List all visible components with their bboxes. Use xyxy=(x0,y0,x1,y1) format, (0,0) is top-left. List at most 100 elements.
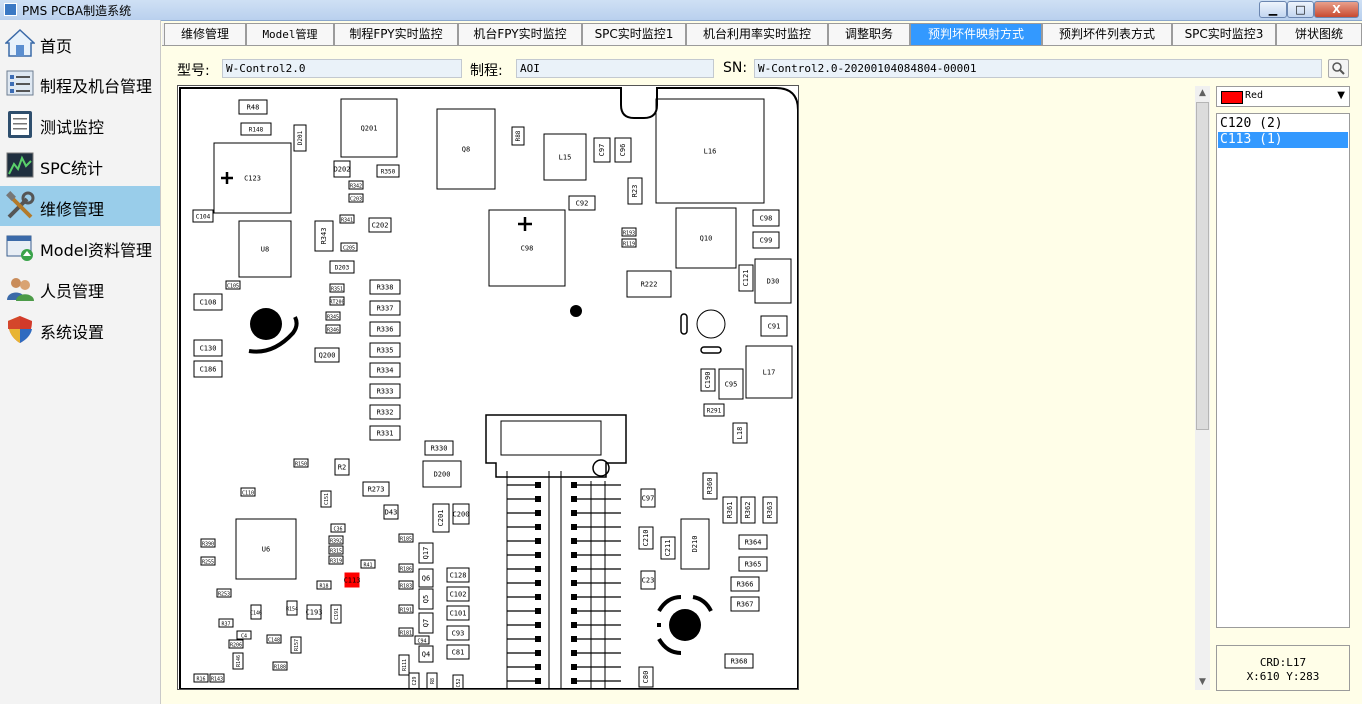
svg-text:C113: C113 xyxy=(344,577,361,585)
svg-text:C98: C98 xyxy=(760,215,773,223)
svg-text:C23: C23 xyxy=(642,577,655,585)
process-field[interactable]: AOI xyxy=(516,59,714,78)
scroll-down-icon[interactable]: ▼ xyxy=(1195,675,1210,690)
sidebar-item-label: SPC统计 xyxy=(40,159,103,178)
svg-text:R186: R186 xyxy=(400,567,412,573)
svg-text:R319: R319 xyxy=(330,559,342,565)
svg-text:R206: R206 xyxy=(230,643,242,649)
tab-machine-utilization[interactable]: 机台利用率实时监控 xyxy=(686,23,828,45)
svg-text:R16: R16 xyxy=(196,677,205,683)
svg-text:C104: C104 xyxy=(196,214,211,221)
svg-text:R119: R119 xyxy=(623,242,635,248)
color-swatch xyxy=(1221,91,1243,104)
svg-text:C52: C52 xyxy=(456,678,462,687)
svg-text:C128: C128 xyxy=(450,572,467,580)
svg-text:R48: R48 xyxy=(247,104,260,112)
svg-text:R336: R336 xyxy=(377,326,394,334)
svg-text:R37: R37 xyxy=(221,622,230,628)
sidebar-item-repair[interactable]: 维修管理 xyxy=(0,186,160,226)
model-label: 型号: xyxy=(177,63,210,79)
defect-list-item[interactable]: C120 (2) xyxy=(1218,116,1348,132)
home-icon xyxy=(5,28,35,57)
svg-text:R363: R363 xyxy=(766,502,774,519)
tab-repair[interactable]: 维修管理 xyxy=(164,23,246,45)
svg-text:R185: R185 xyxy=(400,537,412,543)
svg-text:C193: C193 xyxy=(306,609,323,617)
model-field[interactable]: W-Control2.0 xyxy=(222,59,462,78)
scroll-thumb[interactable] xyxy=(1196,102,1209,430)
svg-text:Q8: Q8 xyxy=(462,146,470,154)
svg-text:R335: R335 xyxy=(377,347,394,355)
svg-text:R390: R390 xyxy=(202,542,214,548)
pcb-board-view[interactable]: R48 R148 Q201 D201 R350 C123 D202 R342 C203 Q8 R88… xyxy=(177,85,799,690)
tab-adjust-position[interactable]: 调整职务 xyxy=(828,23,910,45)
svg-text:R331: R331 xyxy=(377,430,394,438)
chevron-down-icon[interactable]: ▼ xyxy=(1337,90,1345,101)
svg-text:D210: D210 xyxy=(691,536,699,553)
svg-text:R148: R148 xyxy=(249,127,264,134)
sidebar-item-label: 人员管理 xyxy=(40,282,105,301)
position-info: CRD:L17 X:610 Y:283 xyxy=(1216,645,1350,691)
svg-text:C123: C123 xyxy=(244,175,261,183)
defect-list-item-selected[interactable]: C113 (1) xyxy=(1218,132,1348,148)
svg-text:R365: R365 xyxy=(745,561,762,569)
tab-pie-chart[interactable]: 饼状图统 xyxy=(1276,23,1362,45)
component-c113[interactable]: C113 xyxy=(344,572,361,588)
svg-text:R222: R222 xyxy=(641,281,658,289)
svg-text:R346: R346 xyxy=(327,328,339,334)
close-button[interactable]: X xyxy=(1314,1,1359,18)
svg-text:R183: R183 xyxy=(400,584,412,590)
tab-process-fpy[interactable]: 制程FPY实时监控 xyxy=(334,23,458,45)
tab-defect-map[interactable]: 预判坏件映射方式 xyxy=(910,23,1042,45)
svg-text:L17: L17 xyxy=(763,369,776,377)
svg-text:C108: C108 xyxy=(200,299,217,307)
svg-text:R315: R315 xyxy=(330,549,342,555)
scroll-up-icon[interactable]: ▲ xyxy=(1195,86,1210,101)
tab-bar: 维修管理 Model管理 制程FPY实时监控 机台FPY实时监控 SPC实时监控… xyxy=(162,23,1362,46)
svg-text:R191: R191 xyxy=(400,608,412,614)
sidebar-item-label: 首页 xyxy=(40,37,73,56)
checklist-icon xyxy=(8,111,32,138)
defect-list[interactable]: C120 (2) C113 (1) xyxy=(1216,113,1350,628)
window-title: PMS PCBA制造系统 xyxy=(22,4,132,18)
svg-text:C80: C80 xyxy=(642,671,650,684)
tab-model[interactable]: Model管理 xyxy=(246,23,334,45)
users-icon xyxy=(7,278,34,301)
svg-text:C81: C81 xyxy=(452,649,465,657)
tab-defect-list[interactable]: 预判坏件列表方式 xyxy=(1042,23,1172,45)
svg-text:C146: C146 xyxy=(250,611,262,617)
sidebar-item-process-machine[interactable]: 制程及机台管理 xyxy=(0,63,160,103)
sidebar-item-home[interactable]: 首页 xyxy=(0,23,160,63)
svg-text:C92: C92 xyxy=(576,200,589,208)
svg-text:R341: R341 xyxy=(341,218,353,224)
svg-text:R255: R255 xyxy=(202,560,214,566)
sn-field[interactable]: W-Control2.0-20200104084804-00001 xyxy=(754,59,1322,78)
tab-machine-fpy[interactable]: 机台FPY实时监控 xyxy=(458,23,582,45)
svg-text:C36: C36 xyxy=(333,527,342,533)
svg-text:C4: C4 xyxy=(241,634,247,640)
sidebar-item-spc[interactable]: SPC统计 xyxy=(0,145,160,185)
sidebar-item-test-monitor[interactable]: 测试监控 xyxy=(0,104,160,144)
sidebar-item-users[interactable]: 人员管理 xyxy=(0,268,160,308)
svg-text:C210: C210 xyxy=(642,530,650,547)
sidebar-item-label: 系统设置 xyxy=(40,323,105,342)
search-button[interactable] xyxy=(1328,59,1349,78)
svg-text:C94: C94 xyxy=(417,639,426,645)
maximize-button[interactable]: □ xyxy=(1287,1,1314,18)
svg-text:Q10: Q10 xyxy=(700,235,713,243)
svg-text:L15: L15 xyxy=(559,154,572,162)
svg-text:C93: C93 xyxy=(452,630,465,638)
svg-text:L18: L18 xyxy=(736,427,744,440)
svg-text:R337: R337 xyxy=(377,305,394,313)
board-scrollbar[interactable]: ▲ ▼ xyxy=(1195,86,1210,690)
svg-text:R334: R334 xyxy=(377,367,394,375)
svg-text:D203: D203 xyxy=(335,265,350,272)
sidebar-item-model[interactable]: Model资料管理 xyxy=(0,227,160,267)
minimize-button[interactable]: ▁ xyxy=(1259,1,1287,18)
color-select[interactable]: Red ▼ xyxy=(1216,86,1350,107)
sidebar-item-settings[interactable]: 系统设置 xyxy=(0,309,160,349)
svg-text:R253: R253 xyxy=(218,592,230,598)
tab-spc-3[interactable]: SPC实时监控3 xyxy=(1172,23,1276,45)
tab-spc-1[interactable]: SPC实时监控1 xyxy=(582,23,686,45)
svg-text:R8: R8 xyxy=(430,678,436,684)
